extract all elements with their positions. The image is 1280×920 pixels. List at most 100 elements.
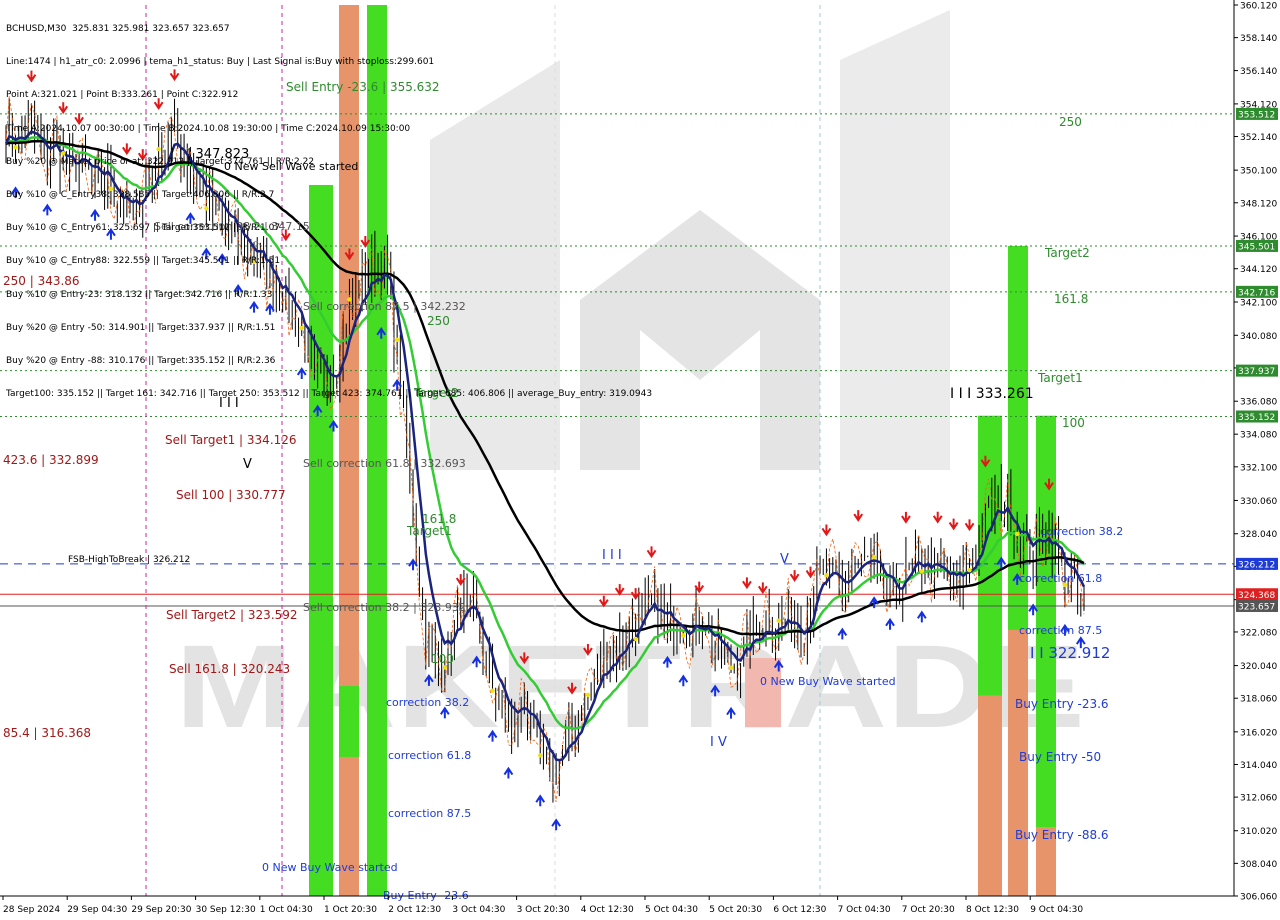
info-line: Buy %10 @ C_Entry61: 325.697 || Target:3…: [6, 223, 281, 234]
sell-arrow-icon: [948, 518, 959, 531]
signal-dot: [490, 688, 495, 693]
time-tick-label: 1 Oct 04:30: [260, 905, 313, 915]
chart-annotation: Buy Entry -50: [1019, 750, 1101, 764]
price-tick-label: 332.100: [1240, 463, 1277, 473]
level-price-label: 323.657: [1238, 602, 1275, 612]
chart-annotation: 100: [431, 652, 454, 666]
sell-arrow-icon: [614, 584, 625, 596]
sell-arrow-icon: [964, 519, 975, 532]
chart-annotation: Target2: [1044, 246, 1090, 260]
chart-annotation: correction 87.5: [388, 807, 471, 820]
time-tick-label: 4 Oct 12:30: [581, 905, 634, 915]
signal-dot: [967, 567, 972, 573]
level-price-label: 326.212: [1238, 560, 1275, 570]
price-axis: 360.120358.140356.140354.120352.140350.1…: [1233, 0, 1278, 903]
price-tick-label: 356.140: [1240, 67, 1277, 77]
signal-bar: [339, 686, 359, 757]
signal-dot: [585, 692, 591, 698]
price-tick-label: 312.060: [1240, 794, 1277, 804]
info-line: Point A:321.021 | Point B:333.261 | Poin…: [6, 90, 239, 101]
chart-annotation: I V: [710, 735, 727, 750]
price-tick-label: 320.040: [1240, 662, 1277, 672]
price-tick-label: 344.120: [1240, 265, 1277, 275]
sell-arrow-icon: [901, 511, 911, 524]
signal-dot: [728, 665, 734, 670]
signal-dot: [776, 618, 781, 623]
info-line: Time A:2024.10.07 00:30:00 | Time B:2024…: [6, 123, 411, 134]
price-tick-label: 308.040: [1240, 860, 1277, 870]
chart-annotation: correction 38.2: [386, 696, 469, 709]
price-tick-label: 318.060: [1240, 695, 1277, 705]
sell-arrow-icon: [598, 595, 609, 608]
chart-annotation: I I 322.912: [1030, 644, 1110, 662]
level-price-label: 353.512: [1238, 110, 1275, 120]
chart-annotation: Buy Entry -23.6: [1015, 697, 1109, 711]
level-price-label: 345.501: [1238, 242, 1275, 252]
signal-dot: [919, 569, 925, 574]
sell-arrow-icon: [821, 524, 832, 537]
time-tick-label: 28 Sep 2024: [3, 905, 60, 915]
sell-arrow-icon: [742, 577, 752, 590]
level-price-label: 324.368: [1238, 591, 1275, 601]
signal-dot: [633, 636, 638, 642]
level-price-label: 342.716: [1238, 288, 1275, 298]
buy-arrow-icon: [869, 596, 879, 609]
info-line: Buy %10 @ C_Entry38: 328.585 || Target:4…: [6, 189, 275, 200]
chart-annotation: 100: [1062, 416, 1085, 430]
chart-annotation: Sell correction 38.2 | 323.932: [303, 601, 466, 614]
chart-annotation: 85.4 | 316.368: [3, 726, 91, 740]
chart-annotation: 250: [1059, 115, 1082, 129]
time-tick-label: 3 Oct 04:30: [452, 905, 505, 915]
signal-dot: [538, 753, 543, 758]
info-line: Target100: 335.152 || Target 161: 342.71…: [6, 389, 653, 400]
signal-bar: [978, 695, 1002, 896]
price-tick-label: 350.100: [1240, 167, 1277, 177]
info-line: Line:1474 | h1_atr_c0: 2.0996 | tema_h1_…: [6, 57, 435, 68]
time-tick-label: 29 Sep 04:30: [67, 905, 127, 915]
sell-arrow-icon: [789, 570, 800, 582]
buy-arrow-icon: [535, 794, 546, 807]
price-tick-label: 334.080: [1240, 431, 1277, 441]
sell-arrow-icon: [646, 546, 657, 559]
time-tick-label: 9 Oct 04:30: [1030, 905, 1083, 915]
signal-dot: [824, 573, 829, 578]
price-tick-label: 352.140: [1240, 133, 1277, 143]
price-tick-label: 348.120: [1240, 199, 1277, 209]
info-line: Buy %10 @ Entry-23: 318.132 || Target:34…: [6, 289, 273, 300]
price-tick-label: 330.060: [1240, 497, 1277, 507]
time-tick-label: 29 Sep 20:30: [131, 905, 191, 915]
chart-annotation: Sell 100 | 330.777: [176, 488, 286, 502]
price-tick-label: 340.080: [1240, 332, 1277, 342]
chart-annotation: Sell Target1 | 334.126: [165, 433, 297, 447]
sell-arrow-icon: [757, 582, 768, 595]
chart-annotation: Target1: [406, 524, 452, 538]
chart-annotation: V: [780, 552, 789, 567]
time-tick-label: 6 Oct 12:30: [773, 905, 826, 915]
chart-annotation: 423.6 | 332.899: [3, 453, 99, 467]
time-tick-label: 30 Sep 12:30: [196, 905, 256, 915]
chart-annotation: Target1: [1037, 371, 1083, 385]
price-tick-label: 306.060: [1240, 893, 1277, 903]
info-panel: BCHUSD,M30 325.831 325.981 323.657 323.6…: [6, 2, 652, 411]
level-price-label: 335.152: [1238, 413, 1275, 423]
signal-dot: [1015, 531, 1020, 537]
time-tick-label: 7 Oct 20:30: [902, 905, 955, 915]
watermark-shape: [840, 10, 950, 470]
price-tick-label: 328.040: [1240, 530, 1277, 540]
price-tick-label: 314.040: [1240, 761, 1277, 771]
sell-arrow-icon: [853, 510, 864, 522]
time-tick-label: 5 Oct 04:30: [645, 905, 698, 915]
chart-annotation: Buy Entry -88.6: [1015, 828, 1109, 842]
sell-arrow-icon: [805, 566, 816, 579]
info-line: Buy %20 @ Entry -88: 310.176 || Target:3…: [6, 355, 276, 366]
time-tick-label: 3 Oct 20:30: [517, 905, 570, 915]
chart-annotation: Sell correction 61.8 | 332.693: [303, 457, 466, 470]
time-tick-label: 2 Oct 12:30: [388, 905, 441, 915]
price-tick-label: 336.080: [1240, 398, 1277, 408]
price-tick-label: 342.100: [1240, 299, 1277, 309]
time-axis: 28 Sep 2024 29 Sep 04:30 29 Sep 20:30 30 Se…: [0, 895, 1234, 915]
chart-annotation: correction 38.2: [1040, 525, 1123, 538]
time-tick-label: 1 Oct 20:30: [324, 905, 377, 915]
buy-arrow-icon: [1028, 603, 1038, 616]
info-line: Buy %20 @ Entry -50: 314.901 || Target:3…: [6, 322, 276, 333]
